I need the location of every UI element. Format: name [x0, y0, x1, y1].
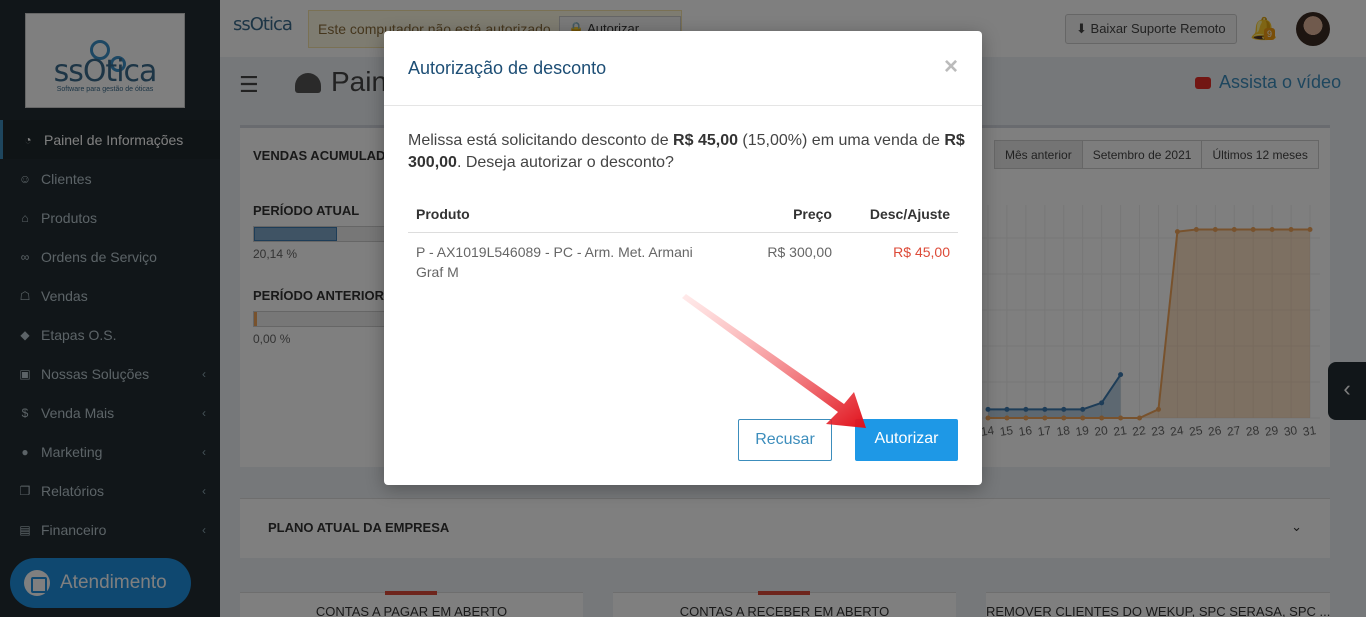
discount-value: R$ 45,00: [673, 132, 738, 149]
modal-header: Autorização de desconto ×: [384, 31, 982, 106]
table-row: P - AX1019L546089 - PC - Arm. Met. Arman…: [408, 232, 958, 291]
discount-cell: R$ 45,00: [893, 243, 950, 260]
column-product: Produto: [408, 196, 730, 233]
close-icon[interactable]: ×: [944, 53, 958, 81]
authorize-button[interactable]: Autorizar: [855, 419, 958, 461]
column-discount: Desc/Ajuste: [840, 196, 958, 233]
column-price: Preço: [730, 196, 840, 233]
discount-authorization-modal: Autorização de desconto × Melissa está s…: [384, 31, 982, 485]
reject-button[interactable]: Recusar: [738, 419, 832, 461]
price-cell: R$ 300,00: [767, 243, 832, 260]
product-cell: P - AX1019L546089 - PC - Arm. Met. Arman…: [416, 243, 693, 280]
discount-request-message: Melissa está solicitando desconto de R$ …: [408, 132, 965, 171]
modal-title: Autorização de desconto: [408, 58, 607, 78]
products-table: Produto Preço Desc/Ajuste P - AX1019L546…: [408, 196, 958, 291]
